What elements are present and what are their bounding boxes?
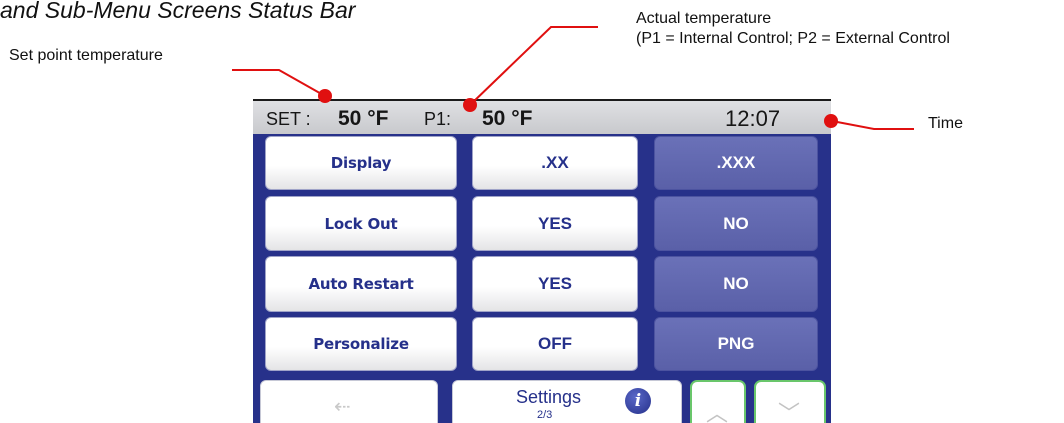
personalize-off-button[interactable]: OFF xyxy=(472,317,638,371)
set-point-value: 50 °F xyxy=(338,107,389,130)
time-leader-line xyxy=(831,120,914,130)
back-button[interactable]: ⇠ xyxy=(260,380,438,423)
page-up-button[interactable]: ︿ xyxy=(690,380,746,423)
annotated-screenshot: and Sub-Menu Screens Status Bar Set poin… xyxy=(0,0,1064,423)
clock-time: 12:07 xyxy=(725,106,781,131)
lock-out-yes-button[interactable]: YES xyxy=(472,196,638,251)
auto-restart-no-button[interactable]: NO xyxy=(654,256,818,312)
set-point-leader-line xyxy=(232,69,326,97)
actual-temperature-value: 50 °F xyxy=(482,107,533,130)
set-point-label: SET : xyxy=(266,109,311,129)
probe-label: P1: xyxy=(424,109,452,129)
callout-actual-line1: Actual temperature xyxy=(636,10,772,27)
settings-title-bar: Settings 2/3 i xyxy=(452,380,682,423)
status-bar: SET : 50 °F P1: 50 °F 12:07 xyxy=(253,99,831,134)
personalize-png-button[interactable]: PNG xyxy=(654,317,818,371)
page-indicator: 2/3 xyxy=(537,409,553,421)
chevron-up-icon: ︿ xyxy=(706,401,729,423)
callout-actual-line2: (P1 = Internal Control; P2 = External Co… xyxy=(636,30,950,47)
info-icon[interactable]: i xyxy=(625,388,651,414)
auto-restart-button[interactable]: Auto Restart xyxy=(265,256,457,312)
auto-restart-yes-button[interactable]: YES xyxy=(472,256,638,312)
chevron-down-icon: ﹀ xyxy=(778,401,801,423)
callout-actual-temperature: Actual temperature (P1 = Internal Contro… xyxy=(636,9,950,49)
callout-time: Time xyxy=(928,115,963,132)
callout-set-point: Set point temperature xyxy=(9,47,163,64)
back-arrow-icon: ⇠ xyxy=(334,396,351,418)
display-button[interactable]: Display xyxy=(265,136,457,190)
page-heading: and Sub-Menu Screens Status Bar xyxy=(0,0,356,23)
device-screen: SET : 50 °F P1: 50 °F 12:07 Display .XX … xyxy=(253,99,831,423)
page-down-button[interactable]: ﹀ xyxy=(754,380,826,423)
lock-out-button[interactable]: Lock Out xyxy=(265,196,457,251)
screen-title: Settings xyxy=(516,387,582,407)
display-option-two-decimals[interactable]: .XX xyxy=(472,136,638,190)
display-option-three-decimals[interactable]: .XXX xyxy=(654,136,818,190)
personalize-button[interactable]: Personalize xyxy=(265,317,457,371)
lock-out-no-button[interactable]: NO xyxy=(654,196,818,251)
actual-temperature-leader-line xyxy=(469,26,598,106)
